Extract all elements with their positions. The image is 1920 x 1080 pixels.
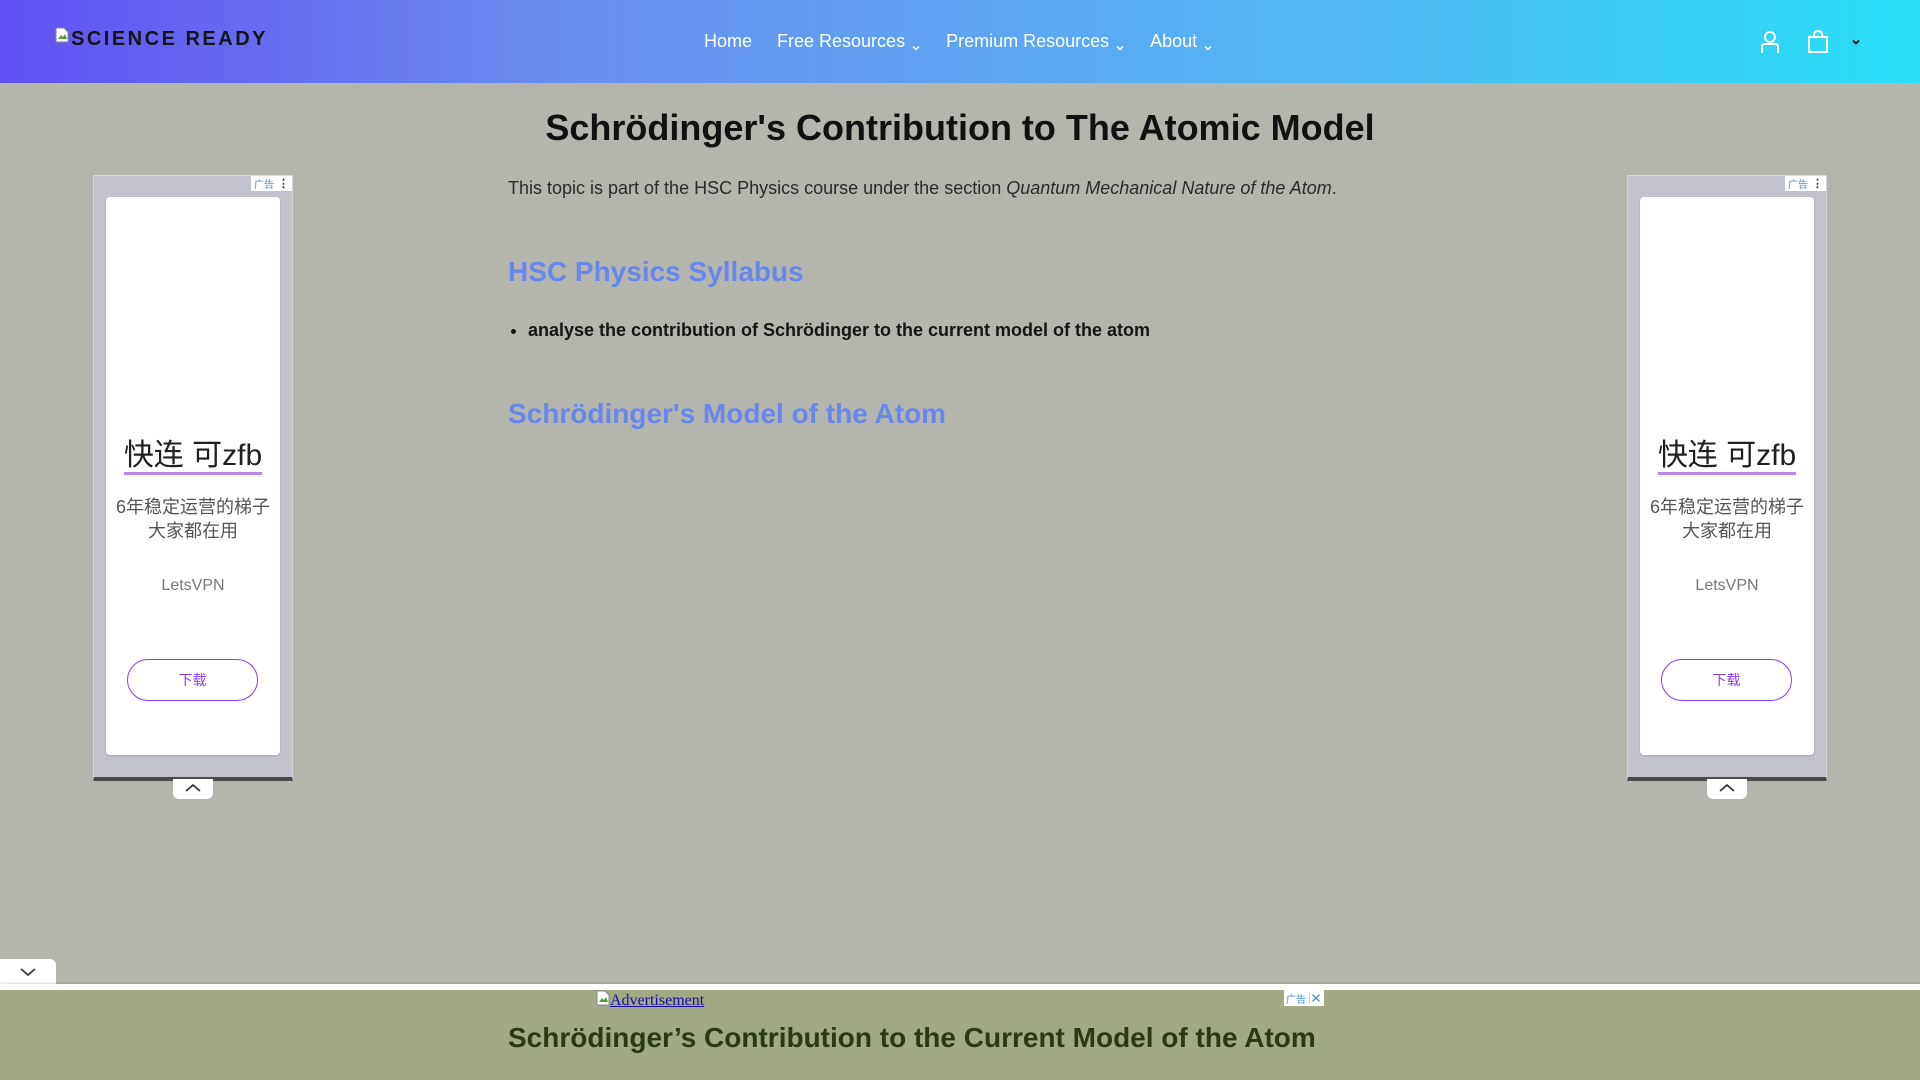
site-logo[interactable]: SCIENCE READY: [55, 26, 268, 51]
site-header: SCIENCE READY Home Free Resources Premiu…: [0, 0, 1920, 83]
bottom-ad-link[interactable]: Advertisement: [596, 990, 704, 1011]
ad-choices-tag[interactable]: 广告 ⋮: [1785, 176, 1826, 191]
syllabus-list: analyse the contribution of Schrödinger …: [508, 320, 1150, 341]
nav-home-label: Home: [704, 31, 753, 51]
ad-brand: LetsVPN: [1695, 577, 1759, 594]
ad-headline-text: 快连 可zfb: [123, 439, 263, 475]
close-icon[interactable]: [1309, 992, 1322, 1004]
chevron-up-icon: [184, 780, 202, 798]
ad-tag-label: 广告: [1788, 180, 1808, 191]
logo-alt-text: SCIENCE READY: [71, 28, 268, 50]
main-nav: Home Free Resources Premium Resources Ab…: [704, 0, 1238, 83]
intro-suffix: .: [1331, 178, 1337, 198]
more-options-icon[interactable]: ⋮: [1812, 177, 1823, 190]
ad-download-button[interactable]: 下载: [127, 659, 258, 701]
side-ad-left: 广告 ⋮ 快连 可zfb 6年稳定运营的梯子 大家都在用 LetsVPN 下载: [93, 175, 293, 799]
model-heading: Schrödinger's Model of the Atom: [508, 398, 947, 429]
page-title: Schrödinger's Contribution to The Atomic…: [545, 107, 1375, 148]
nav-home[interactable]: Home: [704, 31, 752, 52]
ad-description: 6年稳定运营的梯子 大家都在用: [115, 497, 270, 541]
syllabus-heading: HSC Physics Syllabus: [508, 256, 804, 287]
header-actions: [1756, 0, 1920, 83]
nav-premium-resources-label: Premium Resources: [946, 31, 1110, 51]
bottom-ad-alt-text: Advertisement: [610, 991, 705, 1009]
chevron-up-icon: [1718, 780, 1736, 798]
chevron-down-icon: [1203, 37, 1213, 51]
bottom-ad-controls: 广告: [1284, 990, 1324, 1006]
nav-about-label: About: [1150, 31, 1198, 51]
chevron-down-icon[interactable]: [1846, 32, 1866, 52]
ad-description: 6年稳定运营的梯子 大家都在用: [1649, 497, 1804, 541]
account-icon[interactable]: [1756, 28, 1784, 56]
ad-card[interactable]: 快连 可zfb 6年稳定运营的梯子 大家都在用 LetsVPN 下载: [1640, 197, 1814, 755]
ad-collapse-button[interactable]: [173, 779, 213, 799]
ad-collapse-button[interactable]: [1707, 779, 1747, 799]
cart-icon[interactable]: [1804, 28, 1832, 56]
bottom-ad-toggle-button[interactable]: [0, 959, 56, 987]
more-options-icon[interactable]: ⋮: [278, 177, 289, 190]
next-section-heading: Schrödinger’s Contribution to the Curren…: [508, 1022, 1316, 1053]
nav-about[interactable]: About: [1150, 31, 1213, 52]
intro-text: This topic is part of the HSC Physics co…: [508, 178, 1337, 199]
list-item: analyse the contribution of Schrödinger …: [528, 320, 1150, 341]
ad-tag-label: 广告: [254, 180, 274, 191]
ad-download-button[interactable]: 下载: [1661, 659, 1792, 701]
broken-image-icon: [55, 26, 69, 42]
side-ad-right: 广告 ⋮ 快连 可zfb 6年稳定运营的梯子 大家都在用 LetsVPN 下载: [1627, 175, 1827, 799]
ad-tag-label[interactable]: 广告: [1286, 991, 1306, 1006]
ad-headline[interactable]: 快连 可zfb: [1640, 430, 1814, 475]
nav-premium-resources[interactable]: Premium Resources: [946, 31, 1125, 52]
broken-image-icon: [596, 990, 610, 1011]
intro-section: Quantum Mechanical Nature of the Atom: [1006, 178, 1332, 198]
nav-free-resources[interactable]: Free Resources: [777, 31, 921, 52]
ad-card[interactable]: 快连 可zfb 6年稳定运营的梯子 大家都在用 LetsVPN 下载: [106, 197, 280, 755]
ad-brand: LetsVPN: [161, 577, 225, 594]
intro-prefix: This topic is part of the HSC Physics co…: [508, 178, 1007, 198]
chevron-down-icon: [1115, 37, 1125, 51]
ad-headline[interactable]: 快连 可zfb: [106, 430, 280, 475]
ad-headline-text: 快连 可zfb: [1657, 439, 1797, 475]
ad-choices-tag[interactable]: 广告 ⋮: [251, 176, 292, 191]
nav-free-resources-label: Free Resources: [777, 31, 906, 51]
chevron-down-icon: [911, 37, 921, 51]
chevron-down-icon: [19, 964, 37, 982]
